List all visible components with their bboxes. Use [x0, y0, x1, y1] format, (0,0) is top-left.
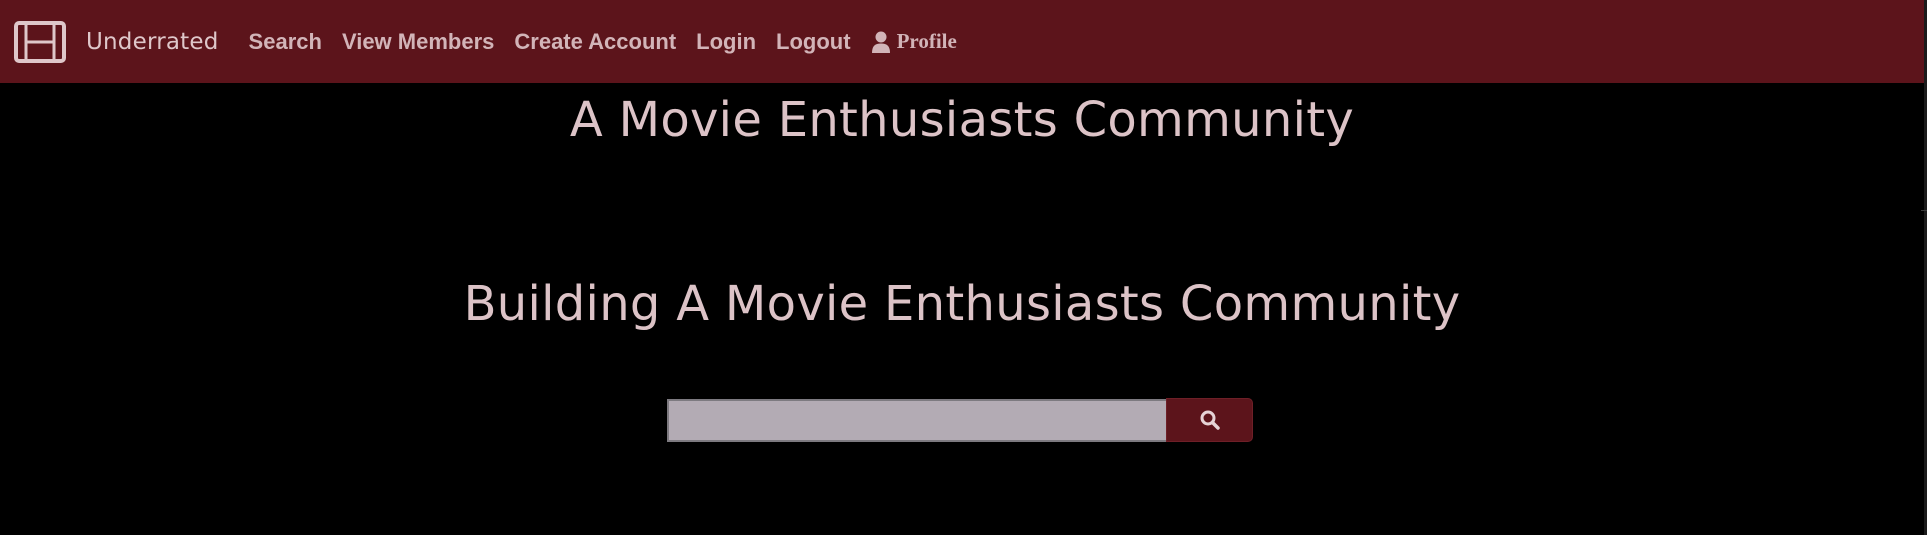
page-title: A Movie Enthusiasts Community: [569, 92, 1355, 148]
nav-links: Search View Members Create Account Login…: [249, 29, 957, 55]
scrollbar-tick: [1921, 210, 1927, 211]
nav-view-members-link[interactable]: View Members: [342, 29, 494, 55]
search-button[interactable]: [1166, 398, 1253, 442]
user-icon: [871, 31, 890, 53]
top-navbar: Underrated Search View Members Create Ac…: [0, 0, 1924, 83]
nav-search-link[interactable]: Search: [249, 29, 322, 55]
page-subtitle: Building A Movie Enthusiasts Community: [463, 276, 1461, 332]
brand-link[interactable]: Underrated: [14, 0, 219, 83]
search-form: [667, 398, 1253, 442]
search-input[interactable]: [667, 399, 1166, 442]
nav-login-link[interactable]: Login: [696, 29, 756, 55]
nav-logout-link[interactable]: Logout: [776, 29, 851, 55]
nav-create-account-link[interactable]: Create Account: [514, 29, 676, 55]
nav-profile-link[interactable]: Profile: [871, 29, 957, 54]
brand-name: Underrated: [86, 28, 219, 55]
nav-profile-label: Profile: [896, 29, 957, 53]
film-icon: [14, 20, 66, 63]
search-icon: [1200, 410, 1220, 430]
